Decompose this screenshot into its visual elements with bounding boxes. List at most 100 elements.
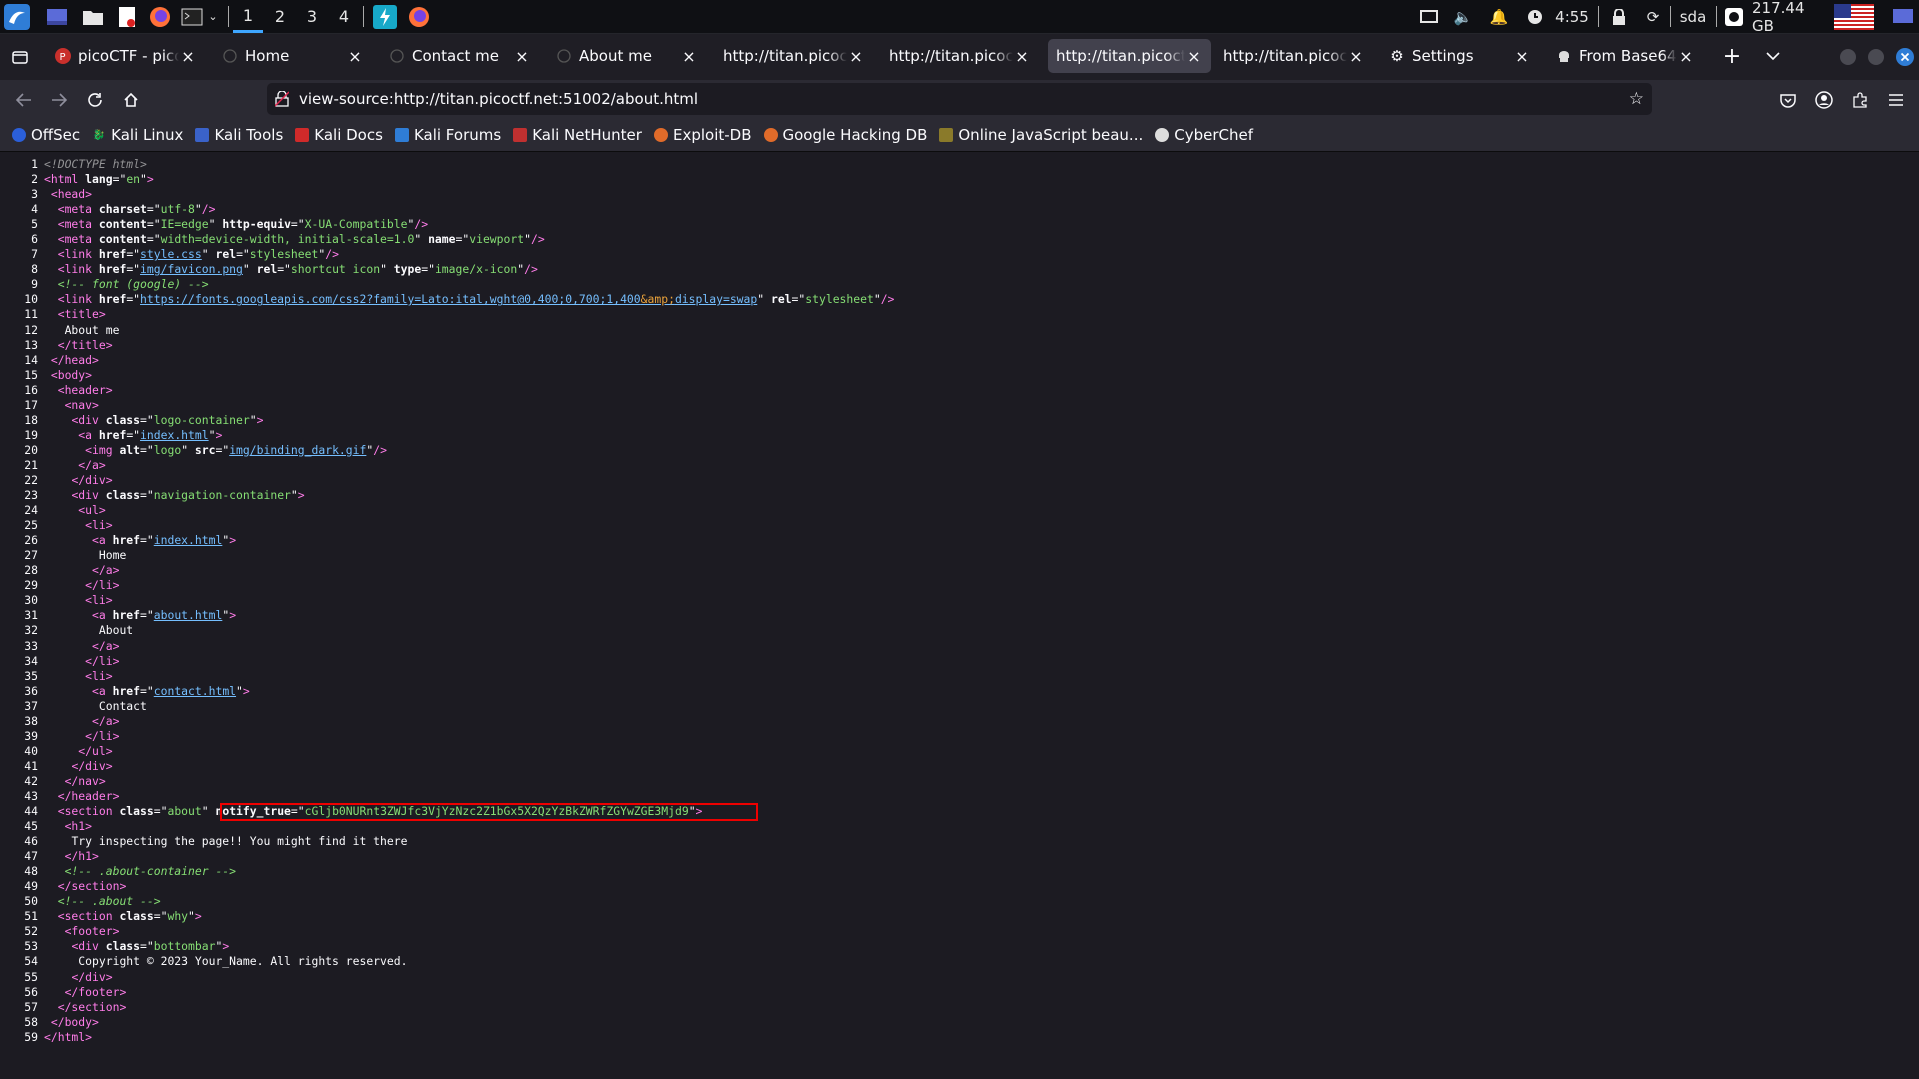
source-link[interactable]: index.html [154, 533, 223, 547]
burpsuite-icon[interactable] [372, 0, 398, 33]
pocket-icon[interactable] [1775, 87, 1801, 113]
bookmark-kali-forums[interactable]: Kali Forums [394, 126, 501, 144]
source-line: 13 </title> [24, 337, 113, 352]
source-link[interactable]: img/favicon.png [140, 262, 243, 276]
tab-picoctf[interactable]: P picoCTF - picoGym × [47, 39, 205, 73]
close-icon[interactable]: × [346, 47, 364, 66]
reload-button[interactable] [82, 87, 108, 113]
terminal-icon[interactable] [180, 0, 204, 33]
bookmark-offsec[interactable]: OffSec [12, 126, 80, 144]
source-link[interactable]: about.html [154, 608, 223, 622]
volume-icon[interactable]: 🔈 [1452, 0, 1474, 33]
source-line: 4 <meta charset="utf-8"/> [31, 202, 216, 217]
kali-menu-icon[interactable] [3, 0, 31, 33]
text-editor-icon[interactable] [115, 0, 139, 33]
back-button[interactable] [11, 87, 37, 113]
page-icon [222, 48, 238, 64]
bookmarks-toolbar: OffSec 🐉 Kali Linux Kali Tools Kali Docs … [0, 119, 1919, 152]
close-icon[interactable]: × [513, 47, 531, 66]
source-link[interactable]: img/binding_dark.gif [229, 443, 366, 457]
lock-icon[interactable] [1608, 0, 1630, 33]
source-line: 2 <html lang="en"> [31, 172, 154, 187]
file-manager-icon[interactable] [81, 0, 105, 33]
bookmark-kali-linux[interactable]: 🐉 Kali Linux [92, 126, 184, 144]
tab-titan-1[interactable]: http://titan.picoctf.net × [715, 39, 873, 73]
firefox-window-icon[interactable] [406, 0, 432, 33]
tab-settings[interactable]: ⚙ Settings × [1381, 39, 1539, 73]
close-icon[interactable]: × [1185, 47, 1203, 66]
page-info-icon[interactable] [275, 91, 289, 107]
workspace-1[interactable]: 1 [233, 0, 263, 33]
source-line: 38 </a> [24, 713, 120, 728]
close-window-button[interactable] [1892, 44, 1918, 70]
maximize-button[interactable] [1863, 44, 1889, 70]
list-tabs-icon[interactable] [1760, 43, 1786, 69]
clock-time[interactable]: 4:55 [1552, 0, 1592, 33]
tab-titan-active[interactable]: http://titan.picoctf.net × [1048, 39, 1211, 73]
source-line: 57 </section> [24, 999, 127, 1014]
source-line: 15 <body> [24, 367, 93, 382]
tab-titan-2[interactable]: http://titan.picoctf.net × [881, 39, 1039, 73]
tab-about[interactable]: About me × [548, 39, 706, 73]
keyboard-layout-flag-icon[interactable] [1834, 0, 1874, 33]
source-line: 6 <meta content="width=device-width, ini… [31, 232, 545, 247]
close-icon[interactable]: × [1513, 47, 1531, 66]
source-line: 19 <a href="index.html"> [24, 427, 223, 442]
source-link[interactable]: https://fonts.googleapis.com/css2?family… [140, 292, 757, 306]
bookmark-google-hacking-db[interactable]: Google Hacking DB [763, 126, 927, 144]
close-icon[interactable]: × [179, 47, 197, 66]
url-text[interactable]: view-source:http://titan.picoctf.net:510… [299, 90, 698, 108]
tab-label: Home [245, 47, 290, 65]
tab-titan-4[interactable]: http://titan.picoctf.net × [1215, 39, 1373, 73]
tab-cyberchef[interactable]: From Base64 - CyberChef × [1548, 39, 1703, 73]
display-icon[interactable] [1418, 0, 1440, 33]
workspace-4[interactable]: 4 [329, 0, 359, 33]
source-link[interactable]: contact.html [154, 684, 236, 698]
bookmark-kali-nethunter[interactable]: Kali NetHunter [513, 126, 642, 144]
workspace-3[interactable]: 3 [297, 0, 327, 33]
close-icon[interactable]: × [1347, 47, 1365, 66]
source-line: 51 <section class="why"> [24, 909, 202, 924]
menu-icon[interactable] [1883, 87, 1909, 113]
close-icon[interactable]: × [680, 47, 698, 66]
close-icon[interactable]: × [1013, 47, 1031, 66]
tab-label: http://titan.picoctf.net [1223, 47, 1347, 65]
firefox-icon[interactable] [148, 0, 172, 33]
forward-button[interactable] [46, 87, 72, 113]
source-line: 56 </footer> [24, 984, 127, 999]
minimize-button[interactable] [1835, 44, 1861, 70]
source-line: 12 About me [24, 322, 120, 337]
extensions-icon[interactable] [1847, 87, 1873, 113]
disk-usage[interactable]: 217.44 GB [1752, 0, 1824, 35]
kali-docs-icon [295, 128, 310, 142]
bookmark-js-beautifier[interactable]: Online JavaScript beau... [939, 126, 1143, 144]
tab-home[interactable]: Home × [214, 39, 372, 73]
source-line: 23 <div class="navigation-container"> [24, 488, 305, 503]
account-icon[interactable] [1811, 87, 1837, 113]
bookmark-kali-tools[interactable]: Kali Tools [195, 126, 283, 144]
new-tab-button[interactable]: + [1719, 43, 1745, 69]
refresh-icon[interactable]: ⟳ [1642, 0, 1664, 33]
source-line: 49 </section> [24, 879, 127, 894]
close-icon[interactable]: × [1677, 47, 1695, 66]
url-bar[interactable]: view-source:http://titan.picoctf.net:510… [267, 83, 1652, 115]
username[interactable]: sda [1676, 0, 1710, 33]
workspace-2[interactable]: 2 [265, 0, 295, 33]
source-link[interactable]: index.html [140, 428, 209, 442]
notifications-icon[interactable]: 🔔 [1488, 0, 1510, 33]
navigation-toolbar: view-source:http://titan.picoctf.net:510… [0, 80, 1919, 119]
show-desktop-icon[interactable] [45, 0, 69, 33]
source-line: 36 <a href="contact.html"> [24, 683, 250, 698]
chevron-down-icon[interactable]: ⌄ [206, 0, 220, 33]
bookmark-kali-docs[interactable]: Kali Docs [295, 126, 383, 144]
tab-label: http://titan.picoctf.net [723, 47, 847, 65]
bookmark-exploit-db[interactable]: Exploit-DB [653, 126, 752, 144]
workspace-switcher-icon[interactable] [1890, 0, 1916, 33]
bookmark-cyberchef[interactable]: CyberChef [1155, 126, 1253, 144]
home-button[interactable] [118, 87, 144, 113]
tab-contact[interactable]: Contact me × [381, 39, 539, 73]
tab-overview-icon[interactable] [7, 44, 33, 70]
source-link[interactable]: style.css [140, 247, 202, 261]
close-icon[interactable]: × [847, 47, 865, 66]
bookmark-star-icon[interactable]: ☆ [1629, 89, 1644, 109]
